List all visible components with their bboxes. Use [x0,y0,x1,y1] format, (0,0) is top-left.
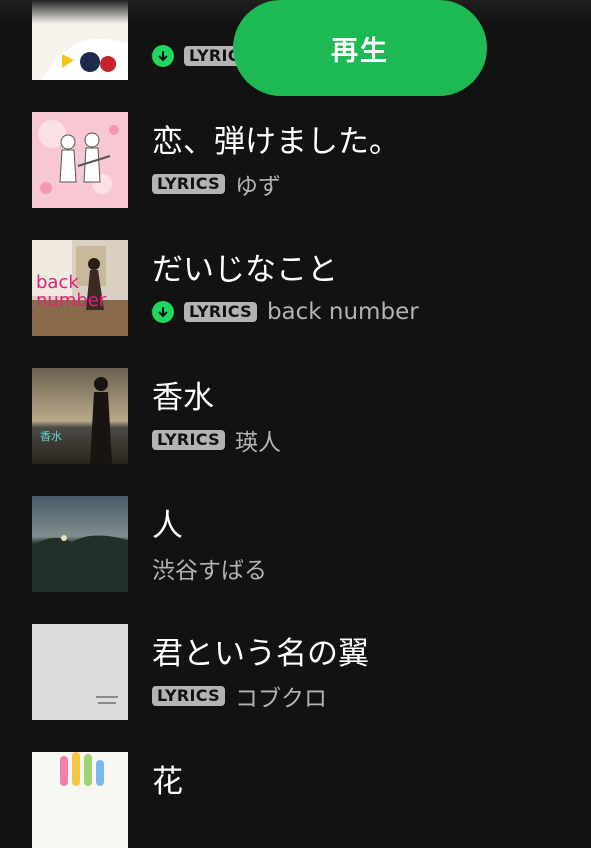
track-title: 恋、弾けました。 [152,124,400,160]
track-title: 君という名の翼 [152,636,369,672]
track-title: 香水 [152,380,214,416]
play-button[interactable]: 再生 [233,0,487,96]
track-title: 人 [152,508,183,544]
svg-text:香水: 香水 [40,430,62,443]
lyrics-badge: LYRICS [152,686,225,706]
album-art [32,752,128,848]
track-title: 花 [152,764,183,800]
svg-text:number: number [36,290,107,311]
lyrics-badge: LYRICS [152,174,225,194]
track-title: だいじなこと [152,252,338,288]
lyrics-badge: LYRICS [152,430,225,450]
lyrics-badge: LYRICS [184,302,257,322]
track-row[interactable]: 君という名の翼 LYRICS コブクロ [0,576,591,720]
track-row[interactable]: 香水 香水 LYRICS 瑛人 [0,320,591,464]
track-row[interactable]: 人 渋谷すばる [0,448,591,592]
track-row[interactable]: 花 [0,704,591,848]
track-row[interactable]: back number だいじなこと LYRICS back number [0,192,591,336]
